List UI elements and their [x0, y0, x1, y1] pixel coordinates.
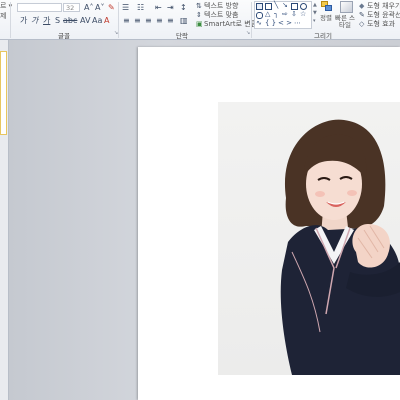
font-color-icon[interactable]: A: [104, 16, 109, 26]
line-shape-icon[interactable]: ╲: [274, 1, 278, 9]
paragraph-group-label: 단락: [176, 32, 188, 40]
ribbon: 르 ▾ 제 32 A˄ A˅ ✎ 가 가 가 S abc AV Aa A 글꼴 …: [0, 0, 400, 40]
elbow-connector-icon[interactable]: ┐: [274, 10, 278, 18]
clear-format-icon[interactable]: ✎: [108, 3, 115, 13]
numbering-icon[interactable]: ☷: [137, 3, 144, 13]
line-spacing-icon[interactable]: ↕: [180, 3, 187, 13]
char-spacing-icon[interactable]: AV: [80, 16, 90, 26]
align-right-icon[interactable]: ≡: [145, 16, 152, 26]
square-shape-icon[interactable]: [291, 3, 298, 10]
shadow-icon[interactable]: S: [55, 16, 60, 26]
columns-icon[interactable]: ▥: [180, 16, 188, 26]
rectangle-shape-icon[interactable]: [265, 3, 272, 10]
gallery-more-icon[interactable]: ▾: [313, 18, 316, 24]
arrange-icon[interactable]: [321, 1, 332, 11]
textbox-shape-icon[interactable]: [256, 3, 263, 10]
increase-indent-icon[interactable]: ⇥: [167, 3, 174, 13]
shape-outline-button[interactable]: 도형 윤곽선: [367, 11, 400, 19]
grow-font-icon[interactable]: A˄: [84, 3, 93, 13]
quick-styles-button[interactable]: 빠른 스타일: [333, 15, 357, 29]
shrink-font-icon[interactable]: A˅: [95, 3, 104, 13]
paragraph-dialog-launcher-icon[interactable]: ↘: [246, 30, 250, 36]
italic-icon[interactable]: 가: [31, 16, 38, 26]
gallery-scroll-down-icon[interactable]: ▼: [313, 10, 317, 16]
quick-styles-icon[interactable]: [340, 1, 353, 13]
chevron-shape-icon[interactable]: < >: [278, 19, 292, 27]
drawing-group-label: 그리기: [314, 32, 332, 40]
right-arrow-shape-icon[interactable]: ⇨: [282, 10, 288, 18]
star-shape-icon[interactable]: ☆: [300, 10, 306, 18]
font-group-label: 글꼴: [58, 32, 70, 40]
smartart-convert-button[interactable]: SmartArt로 변환: [204, 20, 257, 28]
align-center-icon[interactable]: ≡: [134, 16, 141, 26]
down-arrow-shape-icon[interactable]: ⇩: [291, 10, 297, 18]
arrow-shape-icon[interactable]: ↘: [282, 1, 288, 9]
oval-shape-icon[interactable]: [300, 3, 307, 10]
portrait-illustration: [280, 119, 400, 375]
triangle-shape-icon[interactable]: △: [265, 10, 270, 18]
decrease-indent-icon[interactable]: ⇤: [155, 3, 162, 13]
change-case-icon[interactable]: Aa: [92, 16, 102, 26]
arrange-button[interactable]: 정렬: [320, 14, 332, 22]
align-text-button[interactable]: 텍스트 맞춤: [204, 11, 238, 19]
curve-shape-icon[interactable]: ∿: [256, 19, 262, 27]
distribute-icon[interactable]: ≡: [167, 16, 174, 26]
font-family-select[interactable]: [17, 3, 62, 12]
inserted-photo[interactable]: [218, 102, 400, 375]
shape-effects-icon[interactable]: ◇: [359, 19, 364, 29]
group-separator: [118, 2, 119, 38]
smartart-icon[interactable]: ▣: [196, 19, 203, 29]
rounded-rect-shape-icon[interactable]: [256, 12, 263, 19]
bold-icon[interactable]: 가: [20, 16, 27, 26]
strikethrough-icon[interactable]: abc: [63, 16, 77, 26]
slide-thumbnail-selected[interactable]: [0, 51, 7, 135]
shape-effects-button[interactable]: 도형 효과: [367, 20, 395, 28]
gallery-scroll-up-icon[interactable]: ▲: [313, 2, 317, 8]
text-direction-button[interactable]: 텍스트 방향: [204, 2, 238, 10]
align-left-icon[interactable]: ≡: [123, 16, 130, 26]
underline-icon[interactable]: 가: [43, 16, 50, 26]
group-separator: [10, 2, 11, 38]
bracket-shape-icon[interactable]: { }: [265, 19, 276, 27]
font-size-select[interactable]: 32: [63, 3, 80, 12]
left-cut-command[interactable]: 제: [0, 12, 6, 20]
bullets-icon[interactable]: ☰: [122, 3, 129, 13]
group-separator: [251, 2, 252, 38]
shape-fill-button[interactable]: 도형 채우기: [367, 2, 400, 10]
more-shapes-icon[interactable]: ⋯: [294, 19, 301, 27]
justify-icon[interactable]: ≡: [156, 16, 163, 26]
